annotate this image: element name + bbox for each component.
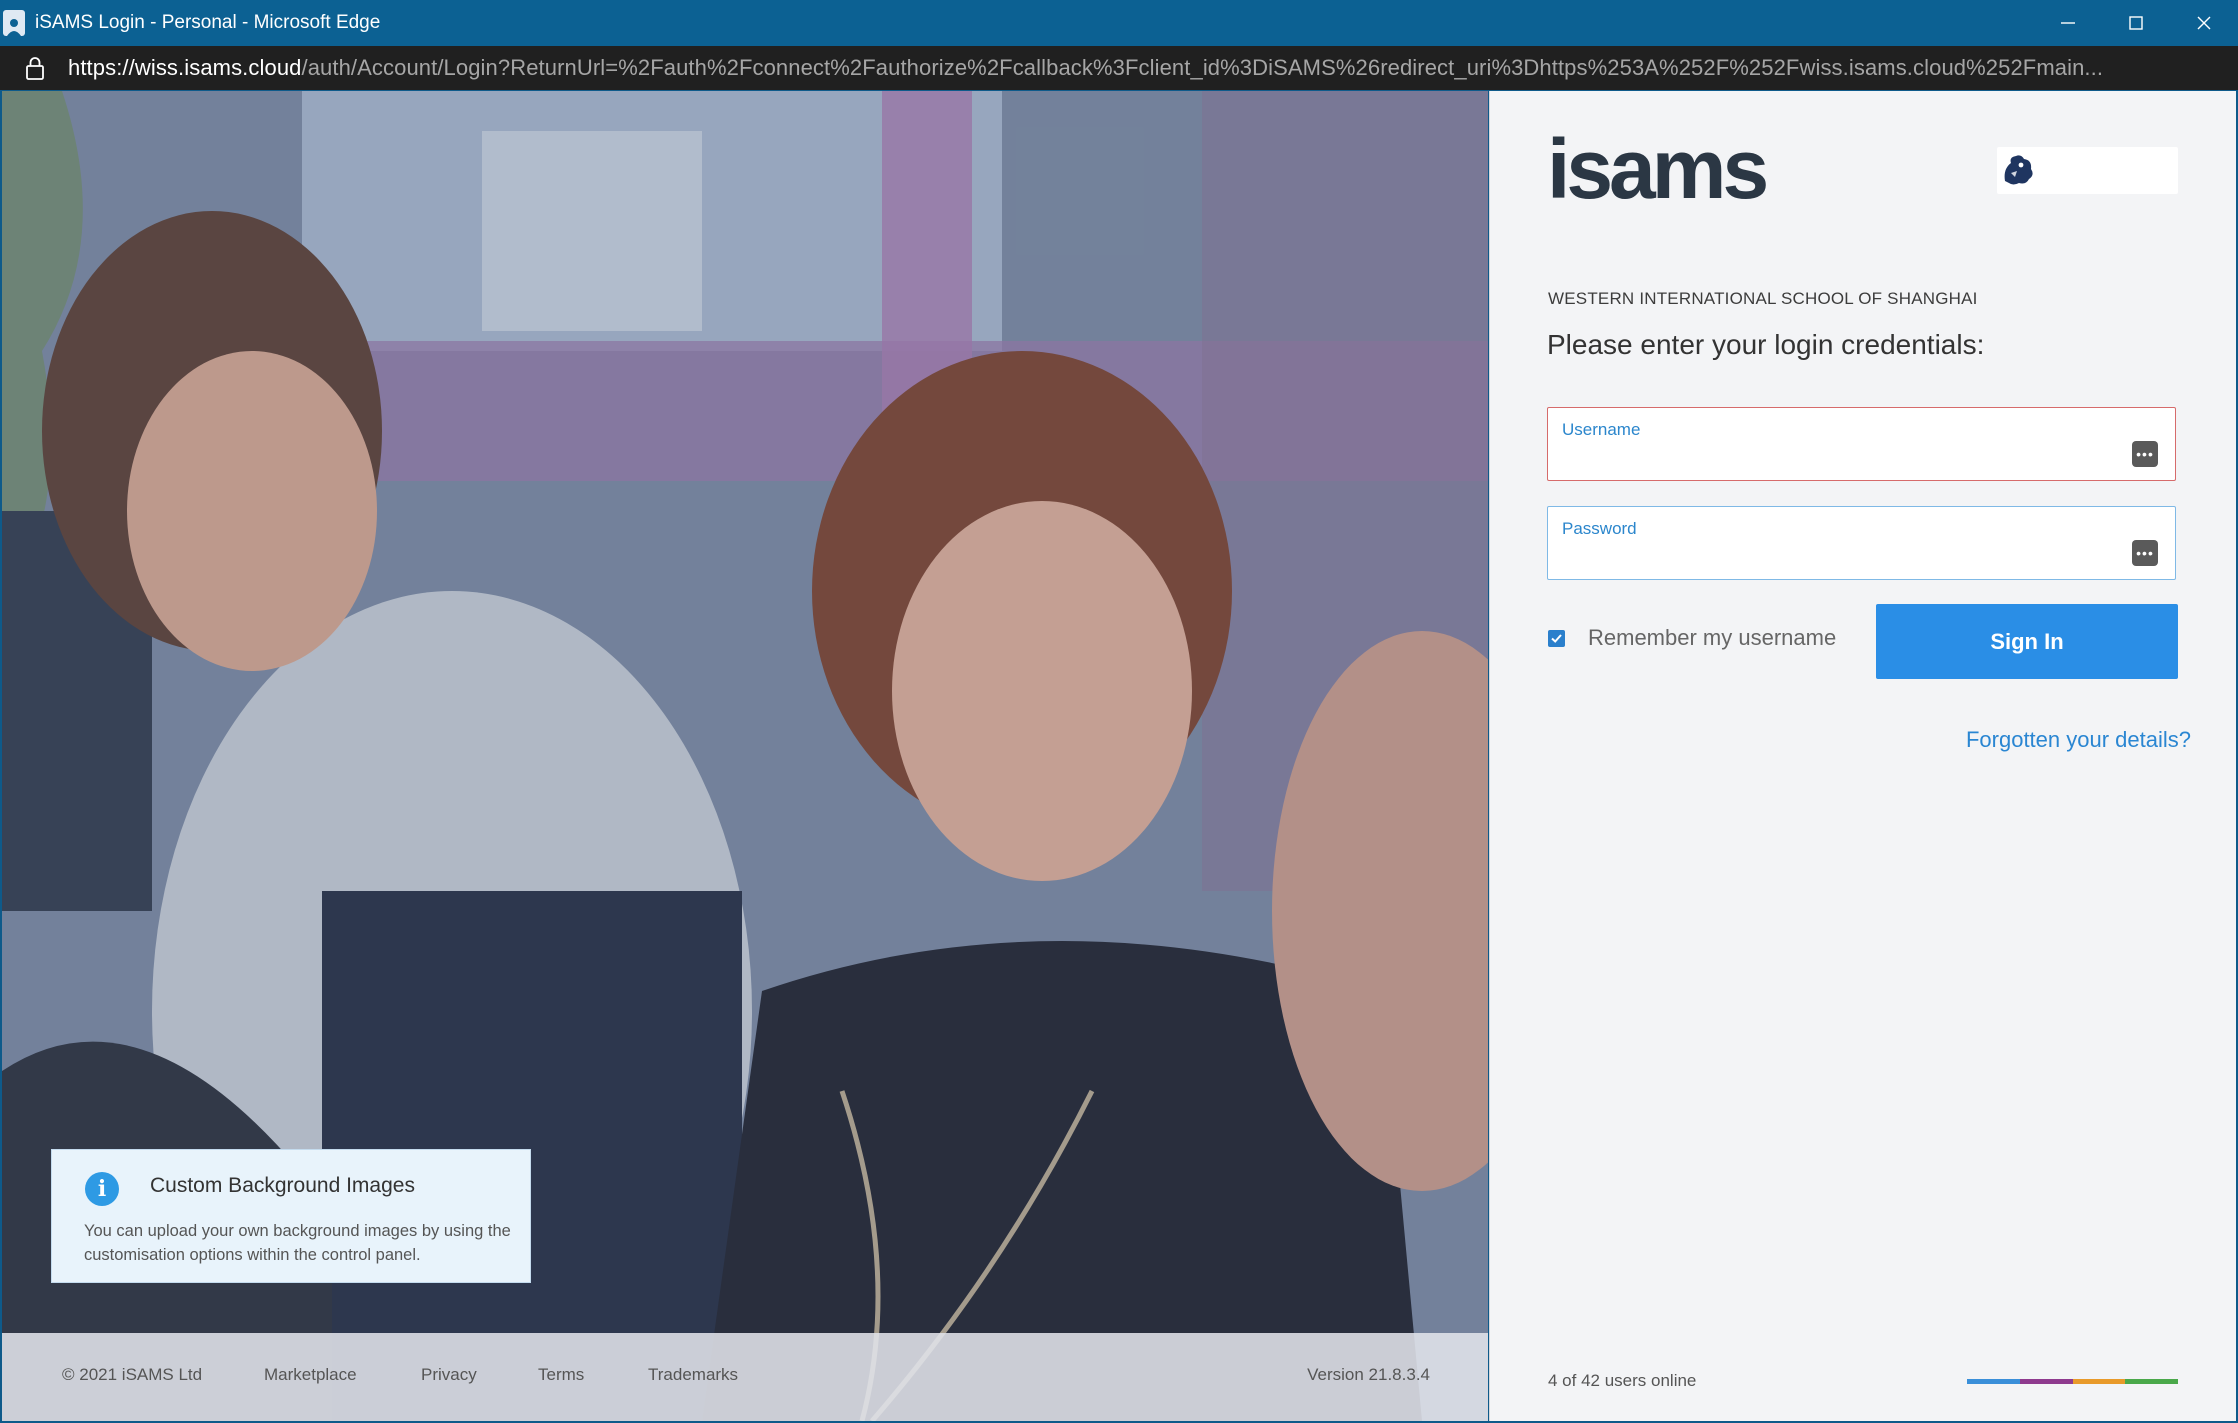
address-bar[interactable]: https://wiss.isams.cloud/auth/Account/Lo… <box>0 46 2238 90</box>
username-input[interactable] <box>1562 447 2126 472</box>
users-online-text: 4 of 42 users online <box>1548 1371 1697 1390</box>
background-photo: i Custom Background Images You can uploa… <box>2 91 1488 1421</box>
lock-icon[interactable] <box>24 55 46 81</box>
footer-link-marketplace[interactable]: Marketplace <box>264 1365 357 1385</box>
forgotten-details-link[interactable]: Forgotten your details? <box>1966 727 2191 753</box>
url-text[interactable]: https://wiss.isams.cloud/auth/Account/Lo… <box>68 55 2103 81</box>
info-box: i Custom Background Images You can uploa… <box>51 1149 531 1283</box>
isams-logo: isams <box>1547 122 1769 216</box>
school-badge <box>1997 147 2178 194</box>
info-title: Custom Background Images <box>150 1174 415 1197</box>
url-host: wiss.isams.cloud <box>134 55 302 80</box>
window-title: iSAMS Login - Personal - Microsoft Edge <box>35 12 381 33</box>
school-crest-icon <box>2004 155 2033 185</box>
maximize-icon[interactable] <box>2102 0 2170 46</box>
password-input[interactable] <box>1562 546 2126 571</box>
info-icon: i <box>85 1172 119 1206</box>
footer-link-terms[interactable]: Terms <box>538 1365 584 1385</box>
remember-username[interactable]: Remember my username <box>1548 625 1836 651</box>
sign-in-button[interactable]: Sign In <box>1876 604 2178 679</box>
minimize-icon[interactable] <box>2034 0 2102 46</box>
username-field[interactable]: Username ••• <box>1547 407 2176 481</box>
version-text: Version 21.8.3.4 <box>1307 1365 1430 1384</box>
brand-color-bar <box>1967 1379 2178 1384</box>
color-bar-segment <box>2125 1379 2178 1384</box>
copyright-text: © 2021 iSAMS Ltd <box>62 1365 203 1384</box>
password-label: Password <box>1562 519 1637 538</box>
footer: © 2021 iSAMS Ltd Marketplace Privacy Ter… <box>2 1333 1488 1421</box>
color-bar-segment <box>2019 1379 2073 1384</box>
url-path: /auth/Account/Login?ReturnUrl=%2Fauth%2F… <box>301 55 2104 80</box>
remember-checkbox[interactable] <box>1548 629 1565 647</box>
login-panel: isams WESTERN INTERNATIONAL SCHOOL OF SH… <box>1489 91 2236 1421</box>
login-prompt: Please enter your login credentials: <box>1547 329 1985 360</box>
footer-link-privacy[interactable]: Privacy <box>421 1365 477 1385</box>
window-titlebar: iSAMS Login - Personal - Microsoft Edge <box>0 0 2238 46</box>
color-bar-segment <box>1967 1379 2020 1384</box>
remember-label: Remember my username <box>1588 625 1837 650</box>
color-bar-segment <box>2072 1379 2126 1384</box>
school-name: WESTERN INTERNATIONAL SCHOOL OF SHANGHAI <box>1548 289 1978 308</box>
password-field[interactable]: Password ••• <box>1547 506 2176 580</box>
page-content: i Custom Background Images You can uploa… <box>2 91 2236 1421</box>
footer-link-trademarks[interactable]: Trademarks <box>648 1365 738 1385</box>
url-scheme: https:// <box>68 55 135 80</box>
username-label: Username <box>1562 420 1641 439</box>
info-text: You can upload your own background image… <box>84 1222 511 1264</box>
password-manager-icon[interactable]: ••• <box>2132 540 2158 566</box>
browser-profile-icon[interactable] <box>3 10 25 36</box>
password-manager-icon[interactable]: ••• <box>2132 441 2158 467</box>
close-icon[interactable] <box>2170 0 2238 46</box>
